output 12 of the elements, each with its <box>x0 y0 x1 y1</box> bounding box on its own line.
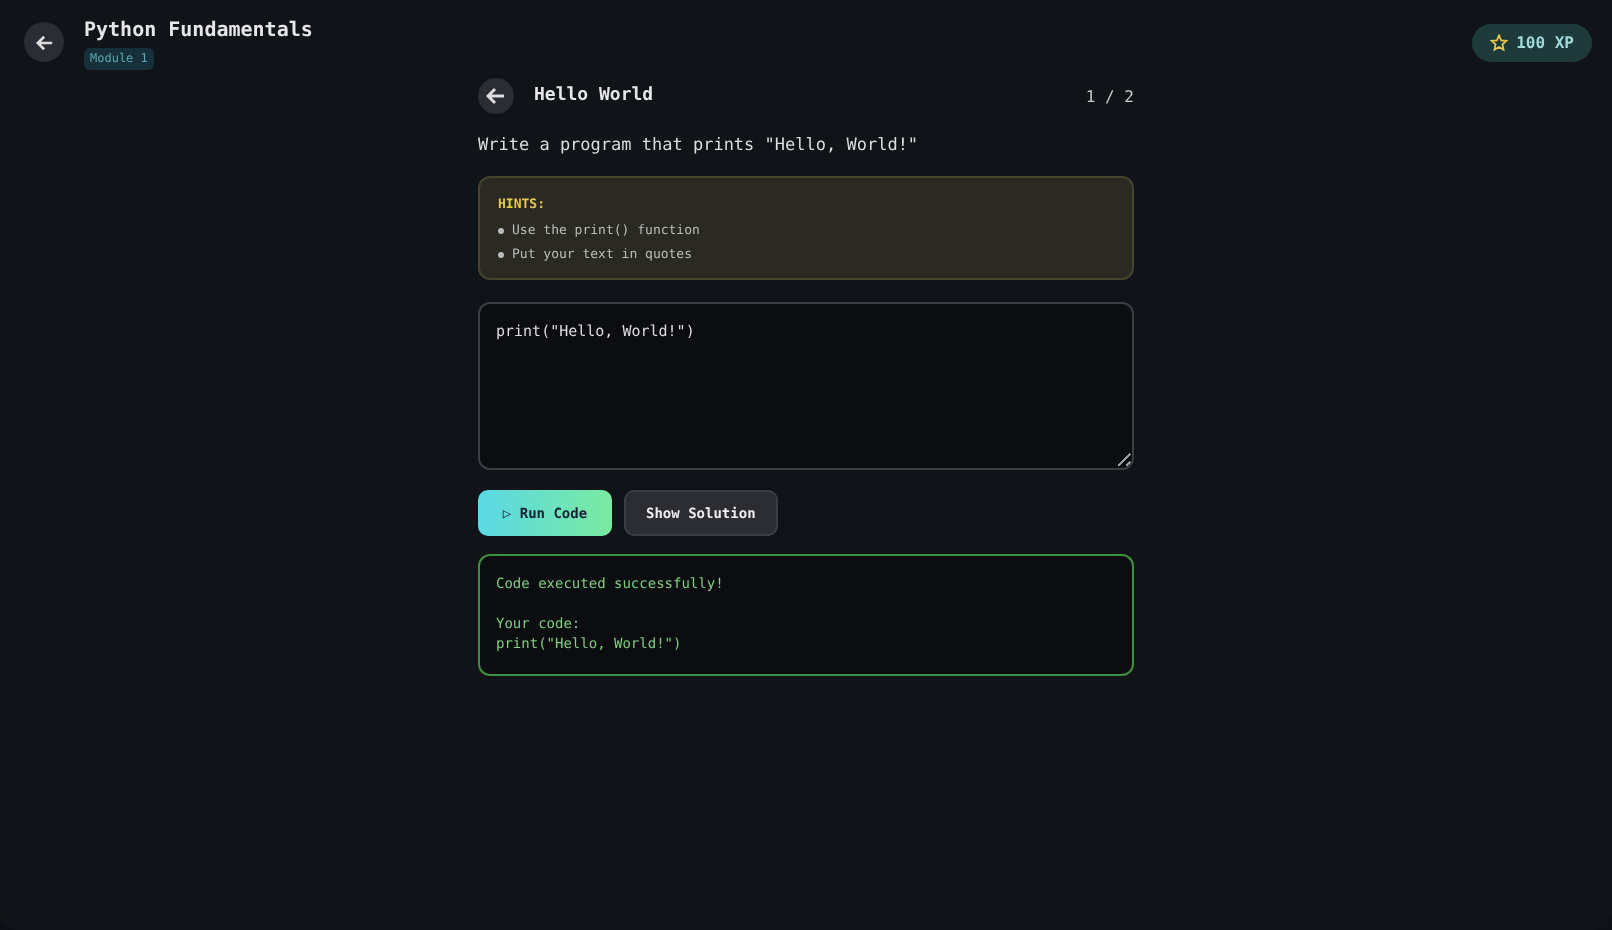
back-arrow-icon <box>486 86 506 106</box>
course-title: Python Fundamentals <box>84 20 313 42</box>
xp-amount: 100 XP <box>1516 34 1574 52</box>
back-button[interactable] <box>24 22 64 62</box>
back-button[interactable] <box>478 78 514 114</box>
exercise-counter: 1 / 2 <box>1085 87 1134 105</box>
back-arrow-icon <box>35 33 53 51</box>
star-icon <box>1490 34 1509 52</box>
bullet-icon <box>498 251 504 257</box>
bullet-icon <box>498 227 504 233</box>
exercise-prompt: Write a program that prints "Hello, World!" <box>478 136 921 156</box>
exercise-title: Hello World <box>534 86 654 106</box>
